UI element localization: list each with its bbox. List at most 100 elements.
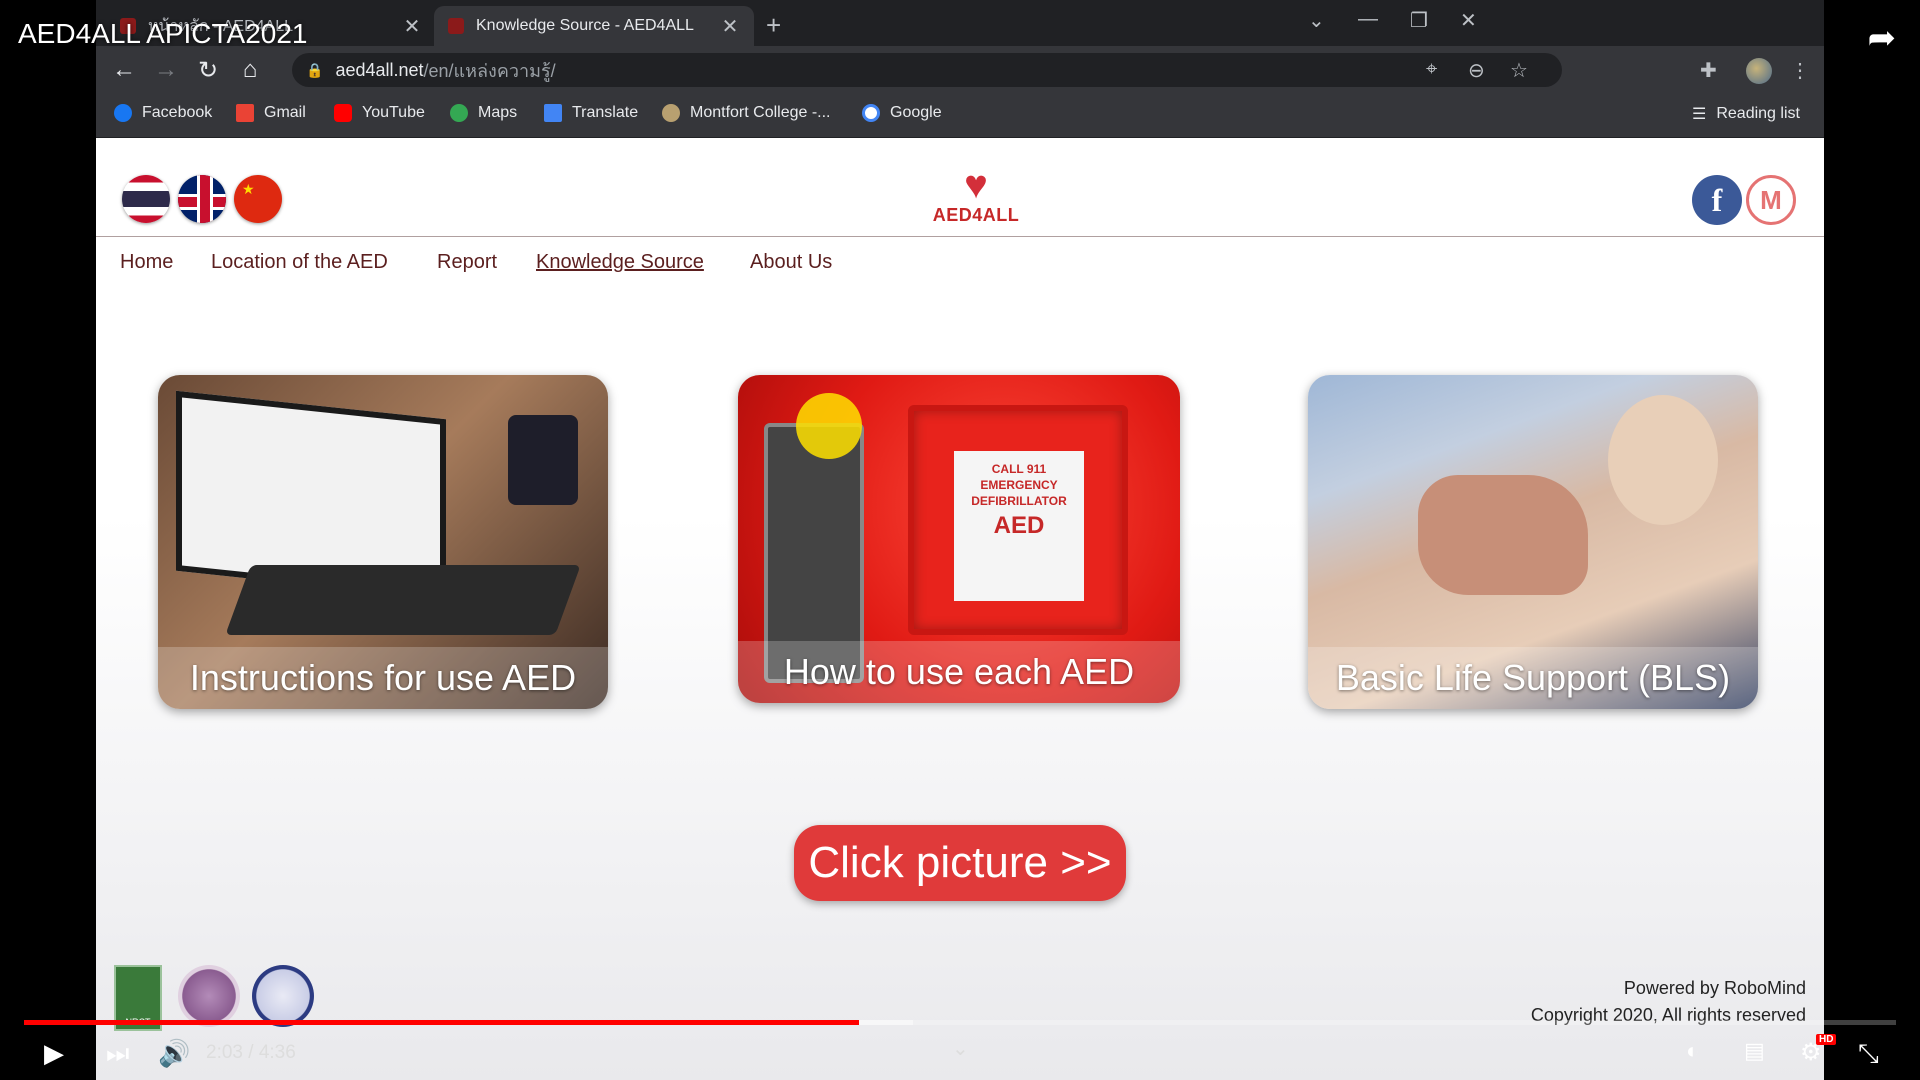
back-icon[interactable]: ← bbox=[110, 56, 138, 84]
time-current: 2:03 bbox=[206, 1042, 243, 1063]
browser-window: หน้าหลัก - AED4ALL ✕ Knowledge Source - … bbox=[96, 0, 1824, 1080]
nav-home[interactable]: Home bbox=[120, 251, 173, 274]
mug-image bbox=[508, 415, 578, 505]
next-icon[interactable]: ⏭ bbox=[106, 1038, 129, 1070]
player-controls: ▶ ⏭ 🔊 2:03 / 4:36 ⌄ ◐ ▤ ⚙ HD ⤡ bbox=[0, 1030, 1920, 1080]
tab-knowledge-source[interactable]: Knowledge Source - AED4ALL ✕ bbox=[434, 6, 754, 46]
reading-list-icon: ☰ bbox=[1692, 106, 1707, 123]
subtitles-icon[interactable]: ▤ bbox=[1744, 1038, 1765, 1064]
bookmark-montfort[interactable]: Montfort College -... bbox=[662, 104, 831, 122]
video-title[interactable]: AED4ALL APICTA2021 bbox=[18, 18, 308, 50]
card-how-to-use[interactable]: CALL 911 EMERGENCY DEFIBRILLATOR AED How… bbox=[738, 375, 1180, 703]
powered-by-text: Powered by RoboMind bbox=[1623, 978, 1806, 998]
montfort-icon bbox=[662, 104, 680, 122]
cursor-highlight-icon bbox=[796, 393, 862, 459]
profile-avatar[interactable] bbox=[1746, 58, 1772, 84]
site-logo[interactable]: ♥ AED4ALL bbox=[926, 165, 1026, 226]
video-player[interactable]: หน้าหลัก - AED4ALL ✕ Knowledge Source - … bbox=[0, 0, 1920, 1080]
facebook-icon[interactable]: f bbox=[1692, 175, 1742, 225]
home-icon[interactable]: ⌂ bbox=[236, 56, 264, 84]
nav-knowledge-source[interactable]: Knowledge Source bbox=[536, 251, 704, 274]
bookmark-translate[interactable]: Translate bbox=[544, 104, 638, 122]
facebook-icon bbox=[114, 104, 132, 122]
bookmark-facebook[interactable]: Facebook bbox=[114, 104, 212, 122]
logo-text: AED4ALL bbox=[932, 205, 1020, 225]
bookmarks-bar: Facebook Gmail YouTube Maps Translate Mo… bbox=[96, 94, 1824, 138]
cpr-hands-image bbox=[1418, 475, 1588, 595]
english-flag-icon[interactable] bbox=[178, 175, 226, 223]
bookmark-label: YouTube bbox=[362, 104, 425, 121]
reading-list-label: Reading list bbox=[1716, 105, 1800, 122]
share-icon[interactable]: ➦ bbox=[1868, 18, 1897, 58]
aed-cabinet-image: CALL 911 EMERGENCY DEFIBRILLATOR AED bbox=[908, 405, 1128, 635]
nav-report[interactable]: Report bbox=[437, 251, 497, 274]
bookmark-label: Translate bbox=[572, 104, 639, 121]
url-path: /en/แหล่งความรู้/ bbox=[423, 60, 556, 81]
menu-icon[interactable]: ⋮ bbox=[1790, 58, 1810, 83]
nav-location-of-aed[interactable]: Location of the AED bbox=[211, 251, 388, 274]
bookmark-label: Google bbox=[890, 104, 942, 121]
card-instructions[interactable]: Instructions for use AED bbox=[158, 375, 608, 709]
thai-flag-icon[interactable] bbox=[122, 175, 170, 223]
time-total: 4:36 bbox=[258, 1042, 296, 1063]
bookmark-label: Facebook bbox=[142, 104, 213, 121]
reading-list-button[interactable]: ☰ Reading list bbox=[1692, 104, 1800, 124]
sign-line: CALL 911 bbox=[991, 462, 1047, 476]
chinese-flag-icon[interactable]: ★ bbox=[234, 175, 282, 223]
address-bar[interactable]: 🔒 aed4all.net /en/แหล่งความรู้/ bbox=[292, 53, 1562, 87]
site-header: ★ ♥ AED4ALL f M bbox=[96, 139, 1824, 237]
site-favicon-icon bbox=[448, 18, 464, 34]
maps-icon bbox=[450, 104, 468, 122]
new-tab-icon[interactable]: + bbox=[766, 10, 781, 41]
bookmark-label: Montfort College -... bbox=[690, 104, 831, 121]
card-label: Basic Life Support (BLS) bbox=[1308, 647, 1758, 709]
autoplay-toggle-icon[interactable]: ◐ bbox=[1686, 1038, 1699, 1064]
bookmark-label: Gmail bbox=[264, 104, 306, 121]
forward-icon[interactable]: → bbox=[152, 56, 180, 84]
extensions-icon[interactable]: ✚ bbox=[1700, 58, 1717, 83]
tab-strip: หน้าหลัก - AED4ALL ✕ Knowledge Source - … bbox=[96, 0, 1824, 46]
close-icon[interactable]: ✕ bbox=[402, 14, 422, 39]
browser-toolbar: ← → ↻ ⌂ 🔒 aed4all.net /en/แหล่งความรู้/ … bbox=[96, 46, 1824, 94]
gmail-icon[interactable]: M bbox=[1746, 175, 1796, 225]
keyboard-image bbox=[225, 565, 581, 635]
google-icon bbox=[862, 104, 880, 122]
aed-sign: CALL 911 EMERGENCY DEFIBRILLATOR AED bbox=[954, 451, 1084, 601]
reload-icon[interactable]: ↻ bbox=[194, 56, 222, 85]
location-pin-icon[interactable]: ⌖ bbox=[1426, 58, 1437, 81]
hd-badge-icon: HD bbox=[1816, 1034, 1837, 1045]
partner-logo bbox=[178, 965, 240, 1027]
play-icon[interactable]: ▶ bbox=[44, 1038, 64, 1069]
nav-about-us[interactable]: About Us bbox=[750, 251, 832, 274]
card-label: Instructions for use AED bbox=[158, 647, 608, 709]
time-display: 2:03 / 4:36 bbox=[206, 1042, 296, 1064]
card-bls[interactable]: Basic Life Support (BLS) bbox=[1308, 375, 1758, 709]
bookmark-youtube[interactable]: YouTube bbox=[334, 104, 425, 122]
bookmark-label: Maps bbox=[478, 104, 518, 121]
sign-line: AED bbox=[993, 512, 1045, 539]
played-bar bbox=[24, 1020, 859, 1025]
bookmark-maps[interactable]: Maps bbox=[450, 104, 517, 122]
heart-pulse-icon: ♥ bbox=[964, 163, 988, 207]
lock-icon: 🔒 bbox=[306, 61, 324, 78]
tab-title: Knowledge Source - AED4ALL bbox=[476, 17, 694, 34]
bookmark-gmail[interactable]: Gmail bbox=[236, 104, 306, 122]
zoom-icon[interactable]: ⊖ bbox=[1468, 58, 1485, 83]
window-close-icon[interactable]: ✕ bbox=[1460, 8, 1477, 33]
minimize-icon[interactable]: — bbox=[1358, 8, 1378, 31]
partner-logo bbox=[252, 965, 314, 1027]
gmail-icon bbox=[236, 104, 254, 122]
close-icon[interactable]: ✕ bbox=[720, 14, 740, 39]
card-label: How to use each AED bbox=[738, 641, 1180, 703]
youtube-icon bbox=[334, 104, 352, 122]
click-picture-button[interactable]: Click picture >> bbox=[794, 825, 1126, 901]
tab-search-icon[interactable]: ⌄ bbox=[1308, 8, 1325, 33]
volume-icon[interactable]: 🔊 bbox=[158, 1038, 190, 1069]
bookmark-google[interactable]: Google bbox=[862, 104, 942, 122]
bookmark-star-icon[interactable]: ☆ bbox=[1510, 58, 1528, 83]
url-host: aed4all.net bbox=[335, 59, 424, 80]
exit-fullscreen-icon[interactable]: ⤡ bbox=[1858, 1038, 1879, 1070]
progress-bar[interactable] bbox=[24, 1020, 1896, 1025]
restore-icon[interactable]: ❐ bbox=[1410, 8, 1428, 33]
chevron-down-icon[interactable]: ⌄ bbox=[952, 1036, 969, 1061]
